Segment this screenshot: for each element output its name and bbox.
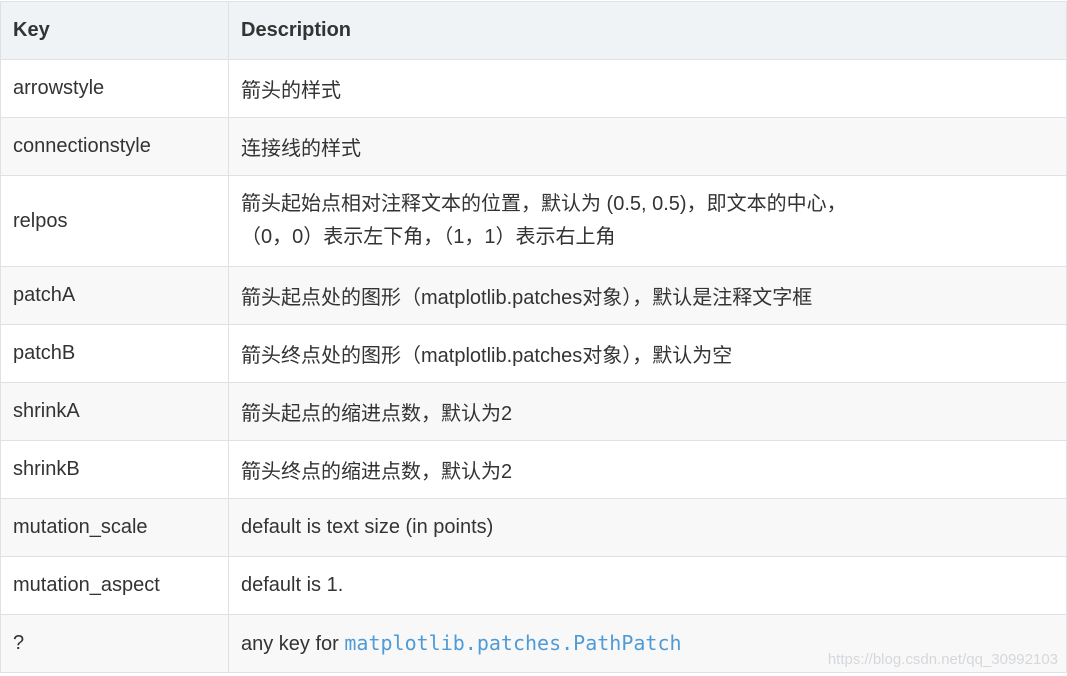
table-header-row: Key Description	[0, 1, 1067, 60]
code-reference: matplotlib.patches.PathPatch	[344, 631, 682, 655]
key-cell: connectionstyle	[0, 117, 229, 176]
parameter-table: Key Description arrowstyle 箭头的样式 connect…	[0, 1, 1067, 673]
table-row: patchB 箭头终点处的图形（matplotlib.patches对象），默认…	[0, 324, 1067, 383]
description-prefix: any key for	[241, 633, 345, 655]
column-header-description: Description	[228, 1, 1067, 60]
key-cell: mutation_aspect	[0, 556, 229, 615]
description-line: 箭头起始点相对注释文本的位置，默认为 (0.5, 0.5)，即文本的中心，	[241, 193, 847, 215]
table-row: shrinkB 箭头终点的缩进点数，默认为2	[0, 440, 1067, 499]
table-row: arrowstyle 箭头的样式	[0, 59, 1067, 118]
table-row: relpos 箭头起始点相对注释文本的位置，默认为 (0.5, 0.5)，即文本…	[0, 175, 1067, 267]
key-cell: relpos	[0, 175, 229, 267]
key-cell: arrowstyle	[0, 59, 229, 118]
column-header-key: Key	[0, 1, 229, 60]
description-cell: 箭头起点的缩进点数，默认为2	[228, 382, 1067, 441]
key-cell: patchA	[0, 266, 229, 325]
description-cell: default is 1.	[228, 556, 1067, 615]
description-cell: 箭头终点处的图形（matplotlib.patches对象），默认为空	[228, 324, 1067, 383]
key-cell: mutation_scale	[0, 498, 229, 557]
description-line: （0，0）表示左下角，（1，1）表示右上角	[241, 226, 616, 248]
key-cell: ?	[0, 614, 229, 673]
watermark: https://blog.csdn.net/qq_30992103	[827, 651, 1058, 668]
description-cell: 连接线的样式	[228, 117, 1067, 176]
table-row: mutation_scale default is text size (in …	[0, 498, 1067, 557]
table-row: shrinkA 箭头起点的缩进点数，默认为2	[0, 382, 1067, 441]
description-cell: 箭头终点的缩进点数，默认为2	[228, 440, 1067, 499]
table-row: connectionstyle 连接线的样式	[0, 117, 1067, 176]
key-cell: shrinkB	[0, 440, 229, 499]
description-cell: 箭头起始点相对注释文本的位置，默认为 (0.5, 0.5)，即文本的中心， （0…	[228, 175, 1067, 267]
table-row: patchA 箭头起点处的图形（matplotlib.patches对象），默认…	[0, 266, 1067, 325]
key-cell: patchB	[0, 324, 229, 383]
description-cell: default is text size (in points)	[228, 498, 1067, 557]
key-cell: shrinkA	[0, 382, 229, 441]
description-cell: 箭头的样式	[228, 59, 1067, 118]
table-row: mutation_aspect default is 1.	[0, 556, 1067, 615]
description-cell: 箭头起点处的图形（matplotlib.patches对象），默认是注释文字框	[228, 266, 1067, 325]
